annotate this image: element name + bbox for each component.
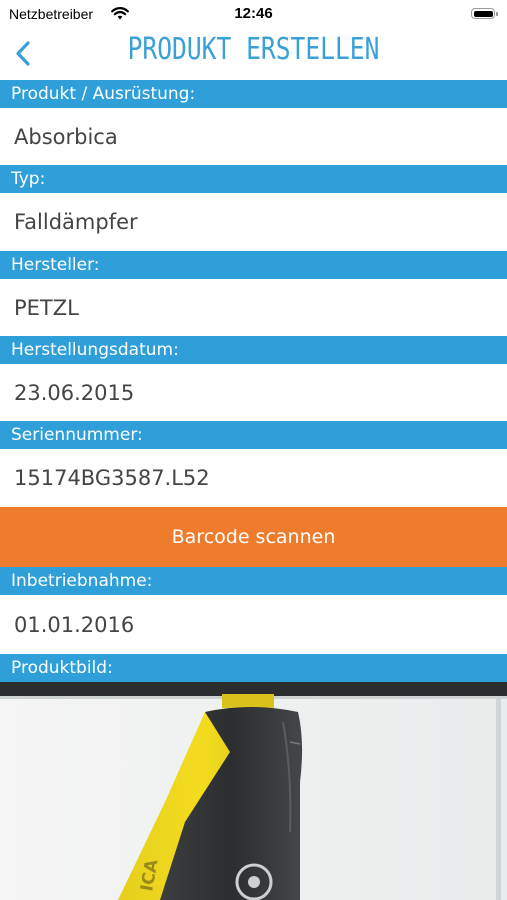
product-field[interactable]: Absorbica	[0, 108, 507, 166]
status-bar: Netzbetreiber 12:46	[0, 0, 507, 30]
chevron-left-icon	[16, 41, 30, 66]
type-field[interactable]: Falldämpfer	[0, 193, 507, 251]
manufacture-date-label: Herstellungsdatum:	[0, 336, 507, 364]
manufacturer-label: Hersteller:	[0, 251, 507, 279]
product-photo-illustration: ICA	[0, 682, 507, 900]
page-title: PRODUKT ERSTELLEN	[127, 32, 380, 67]
product-image-label: Produktbild:	[0, 654, 507, 682]
product-image[interactable]: ICA	[0, 682, 507, 900]
product-label: Produkt / Ausrüstung:	[0, 80, 507, 108]
manufacture-date-field[interactable]: 23.06.2015	[0, 364, 507, 422]
scan-barcode-button[interactable]: Barcode scannen	[0, 507, 507, 567]
commissioning-date-field[interactable]: 01.01.2016	[0, 596, 507, 654]
clock: 12:46	[234, 5, 273, 22]
manufacturer-field[interactable]: PETZL	[0, 279, 507, 337]
battery-icon	[471, 8, 498, 19]
back-button[interactable]	[8, 34, 48, 74]
commissioning-label: Inbetriebnahme:	[0, 567, 507, 595]
serial-number-field[interactable]: 15174BG3587.L52	[0, 449, 507, 507]
navigation-bar: PRODUKT ERSTELLEN	[0, 30, 507, 80]
serial-number-label: Seriennummer:	[0, 421, 507, 449]
type-label: Typ:	[0, 165, 507, 193]
